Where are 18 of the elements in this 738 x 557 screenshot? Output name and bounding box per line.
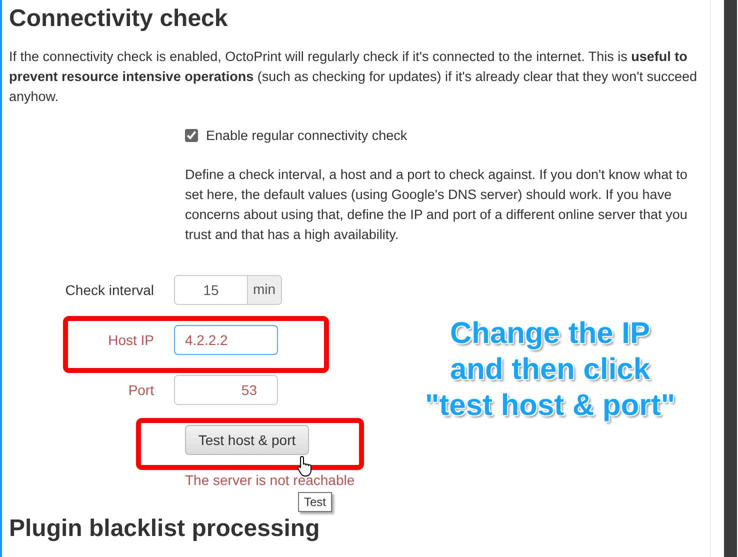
section-heading: Connectivity check bbox=[9, 4, 229, 34]
error-message: The server is not reachable bbox=[185, 472, 356, 488]
field-label: Host IP bbox=[107, 332, 155, 348]
input-field[interactable]: 15 bbox=[174, 275, 248, 305]
input-field[interactable]: 4.2.2.2 bbox=[174, 325, 278, 355]
checkbox-label: Enable regular connectivity check bbox=[206, 128, 408, 142]
checkbox[interactable] bbox=[185, 128, 198, 142]
annotation-text: Change the IP and then click "test host & port" bbox=[424, 316, 676, 424]
input-field[interactable]: 53 bbox=[174, 375, 278, 405]
scrollbar[interactable] bbox=[724, 0, 737, 557]
intro-paragraph: If the connectivity check is enabled, OctoPrint will regularly check if it's connected to the internet. This is useful to prevent resource intensive operations (such as checking for updates) if it's already clear that they won't succeed anyhow. bbox=[9, 48, 698, 106]
field-label: Port bbox=[127, 382, 155, 398]
section-heading: Plugin blacklist processing bbox=[9, 514, 321, 544]
unit-addon: min bbox=[248, 275, 282, 305]
tooltip: Test bbox=[298, 492, 332, 512]
field-label: Check interval bbox=[64, 282, 155, 298]
description-paragraph: Define a check interval, a host and a port to check against. If you don't know what to set here, the default values (using Google's DNS server) should work. If you have concerns about using that, define the IP and port of a different online server that you trust and that has a high availability. bbox=[185, 166, 688, 244]
test-button[interactable]: Test host & port bbox=[185, 425, 309, 455]
